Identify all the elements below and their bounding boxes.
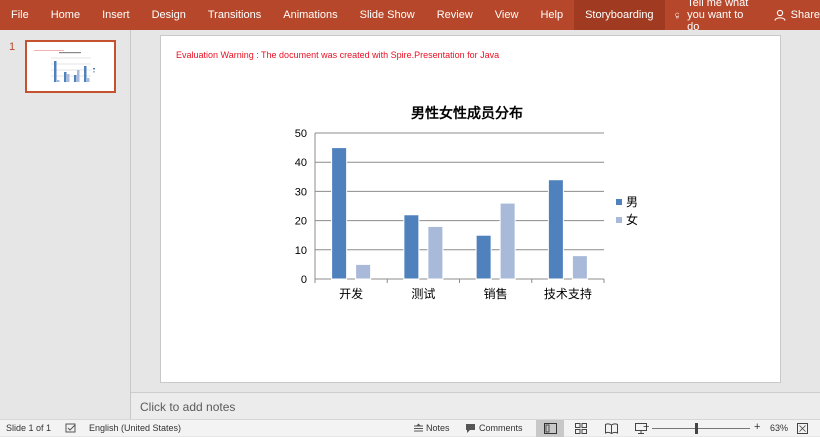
x-tick-label: 开发: [339, 286, 363, 301]
notes-placeholder: Click to add notes: [140, 400, 236, 414]
tab-design[interactable]: Design: [141, 0, 197, 30]
tab-storyboarding[interactable]: Storyboarding: [574, 0, 665, 30]
x-tick-label: 销售: [484, 286, 508, 301]
lightbulb-icon: [674, 12, 679, 18]
bar-男-技术支持: [547, 179, 564, 280]
normal-view-icon: [543, 423, 557, 434]
y-tick-label: 0: [301, 274, 307, 286]
slide-sorter-icon: [575, 423, 587, 434]
tell-me-label: Tell me what you want to do: [687, 0, 749, 33]
thumbnail-slide-number: 1: [9, 41, 16, 53]
tab-home[interactable]: Home: [40, 0, 91, 30]
normal-view-button[interactable]: [536, 420, 564, 437]
bar-男-开发: [331, 147, 348, 280]
reading-view-icon: [604, 423, 618, 434]
bar-女-销售: [499, 202, 516, 280]
bar-男-测试: [403, 214, 420, 280]
legend-swatch: [616, 199, 622, 205]
legend-label: 男: [626, 195, 638, 209]
legend-swatch: [616, 217, 622, 223]
person-icon: [774, 9, 786, 21]
thumbnail-preview: [29, 44, 112, 89]
tab-insert[interactable]: Insert: [91, 0, 141, 30]
bar-男-销售: [475, 234, 492, 280]
comment-icon: [466, 424, 475, 433]
legend-label: 女: [626, 212, 638, 227]
tab-view[interactable]: View: [484, 0, 530, 30]
spelling-icon[interactable]: [65, 423, 77, 434]
language-label[interactable]: English (United States): [89, 423, 181, 433]
zoom-slider[interactable]: [652, 428, 750, 429]
tell-me-box[interactable]: Tell me what you want to do: [665, 0, 762, 33]
notes-icon: [414, 423, 423, 432]
bar-女-技术支持: [571, 255, 588, 280]
bar-女-开发: [355, 263, 372, 280]
y-tick-label: 30: [295, 186, 307, 198]
slide-info: Slide 1 of 1: [6, 423, 52, 433]
zoom-level[interactable]: 63%: [770, 423, 788, 433]
slide-edit-area: Evaluation Warning : The document was cr…: [131, 30, 820, 390]
bar-chart[interactable]: 男性女性成员分布 0 10 20 30 40 50 开发 测试 销售 技术支持 男女: [161, 36, 782, 384]
slideshow-button[interactable]: [627, 420, 655, 437]
bar-女-测试: [427, 225, 444, 280]
y-tick-label: 10: [295, 245, 307, 257]
slide-canvas[interactable]: Evaluation Warning : The document was cr…: [160, 35, 781, 383]
y-tick-label: 20: [295, 216, 307, 228]
y-tick-label: 40: [295, 157, 307, 169]
slide-thumbnail[interactable]: [25, 40, 116, 93]
tab-file[interactable]: File: [0, 0, 40, 30]
reading-view-button[interactable]: [597, 420, 625, 437]
notes-button[interactable]: Notes: [426, 423, 450, 433]
y-tick-label: 50: [295, 128, 307, 140]
ribbon: File Home Insert Design Transitions Animation…: [0, 0, 820, 33]
chart-title: 男性女性成员分布: [411, 105, 523, 122]
tab-help[interactable]: Help: [529, 0, 574, 30]
notes-pane[interactable]: Click to add notes: [131, 392, 820, 419]
zoom-out-button[interactable]: −: [643, 421, 649, 433]
tab-animations[interactable]: Animations: [272, 0, 348, 30]
slide-sorter-button[interactable]: [567, 420, 595, 437]
tab-transitions[interactable]: Transitions: [197, 0, 272, 30]
tab-review[interactable]: Review: [426, 0, 484, 30]
share-button[interactable]: Share: [774, 9, 820, 21]
x-tick-label: 技术支持: [544, 286, 592, 301]
share-label: Share: [790, 9, 820, 21]
fit-to-window-icon[interactable]: [797, 423, 808, 434]
tab-slide-show[interactable]: Slide Show: [349, 0, 426, 30]
zoom-in-button[interactable]: +: [754, 421, 760, 433]
slide-thumbnail-pane: 1: [0, 30, 131, 419]
status-bar: Slide 1 of 1 English (United States) Not…: [0, 419, 820, 437]
ribbon-tabs: File Home Insert Design Transitions Animation…: [0, 0, 665, 30]
comments-button[interactable]: Comments: [479, 423, 523, 433]
zoom-slider-thumb[interactable]: [695, 423, 698, 434]
thumbnail-chart-icon: [34, 50, 95, 82]
x-tick-label: 测试: [411, 286, 435, 301]
